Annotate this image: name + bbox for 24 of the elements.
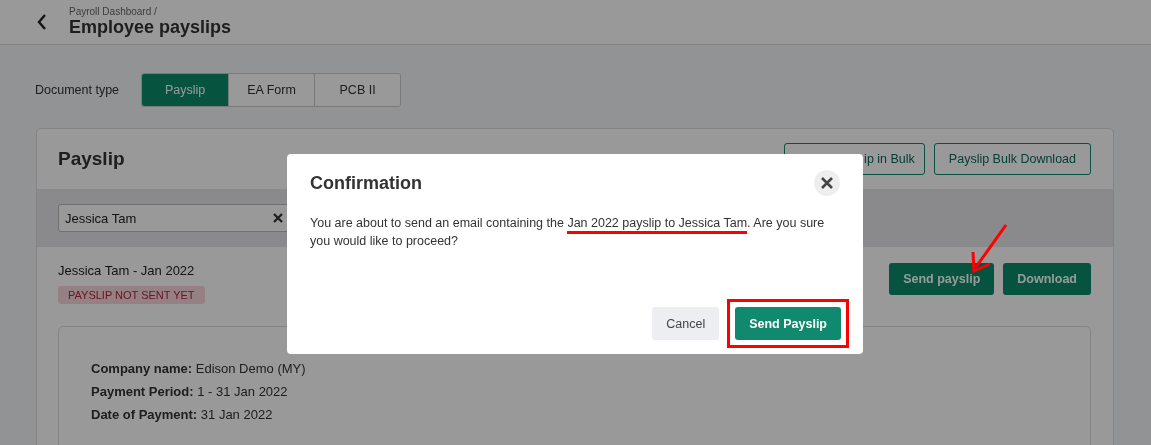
action-button[interactable]: Send payslip — [889, 263, 995, 295]
document-type-tab[interactable]: PCB II — [314, 74, 401, 106]
annotation-arrow — [970, 222, 1010, 274]
detail-line: Company name: Edison Demo (MY) — [91, 361, 307, 376]
close-button[interactable] — [814, 170, 840, 196]
close-icon — [821, 177, 833, 189]
document-type-label: Document type — [35, 83, 120, 97]
entry-title: Jessica Tam - Jan 2022 — [58, 263, 195, 278]
dialog-message: You are about to send an email containing the Jan 2022 payslip to Jessica Tam. Are you sure you would like to proceed? — [310, 215, 825, 250]
outline-button[interactable]: Payslip Bulk Download — [933, 143, 1091, 175]
card-title: Payslip — [58, 148, 125, 170]
detail-line: Date of Payment: 31 Jan 2022 — [91, 407, 274, 422]
action-button[interactable]: Download — [1003, 263, 1091, 295]
status-badge: PAYSLIP NOT SENT YET — [58, 286, 205, 304]
breadcrumb-link[interactable]: Payroll Dashboard / — [69, 6, 232, 17]
back-icon[interactable] — [37, 14, 47, 30]
detail-line: Payment Period: 1 - 31 Jan 2022 — [91, 384, 289, 399]
dialog-title: Confirmation — [310, 172, 422, 194]
send-payslip-button[interactable]: Send Payslip — [735, 307, 841, 340]
clear-icon[interactable] — [273, 213, 283, 223]
page-title: Employee payslips — [69, 17, 232, 38]
document-type-tab[interactable]: Payslip — [142, 74, 229, 106]
employee-select[interactable]: Jessica Tam — [58, 204, 290, 232]
cancel-button[interactable]: Cancel — [652, 307, 720, 340]
